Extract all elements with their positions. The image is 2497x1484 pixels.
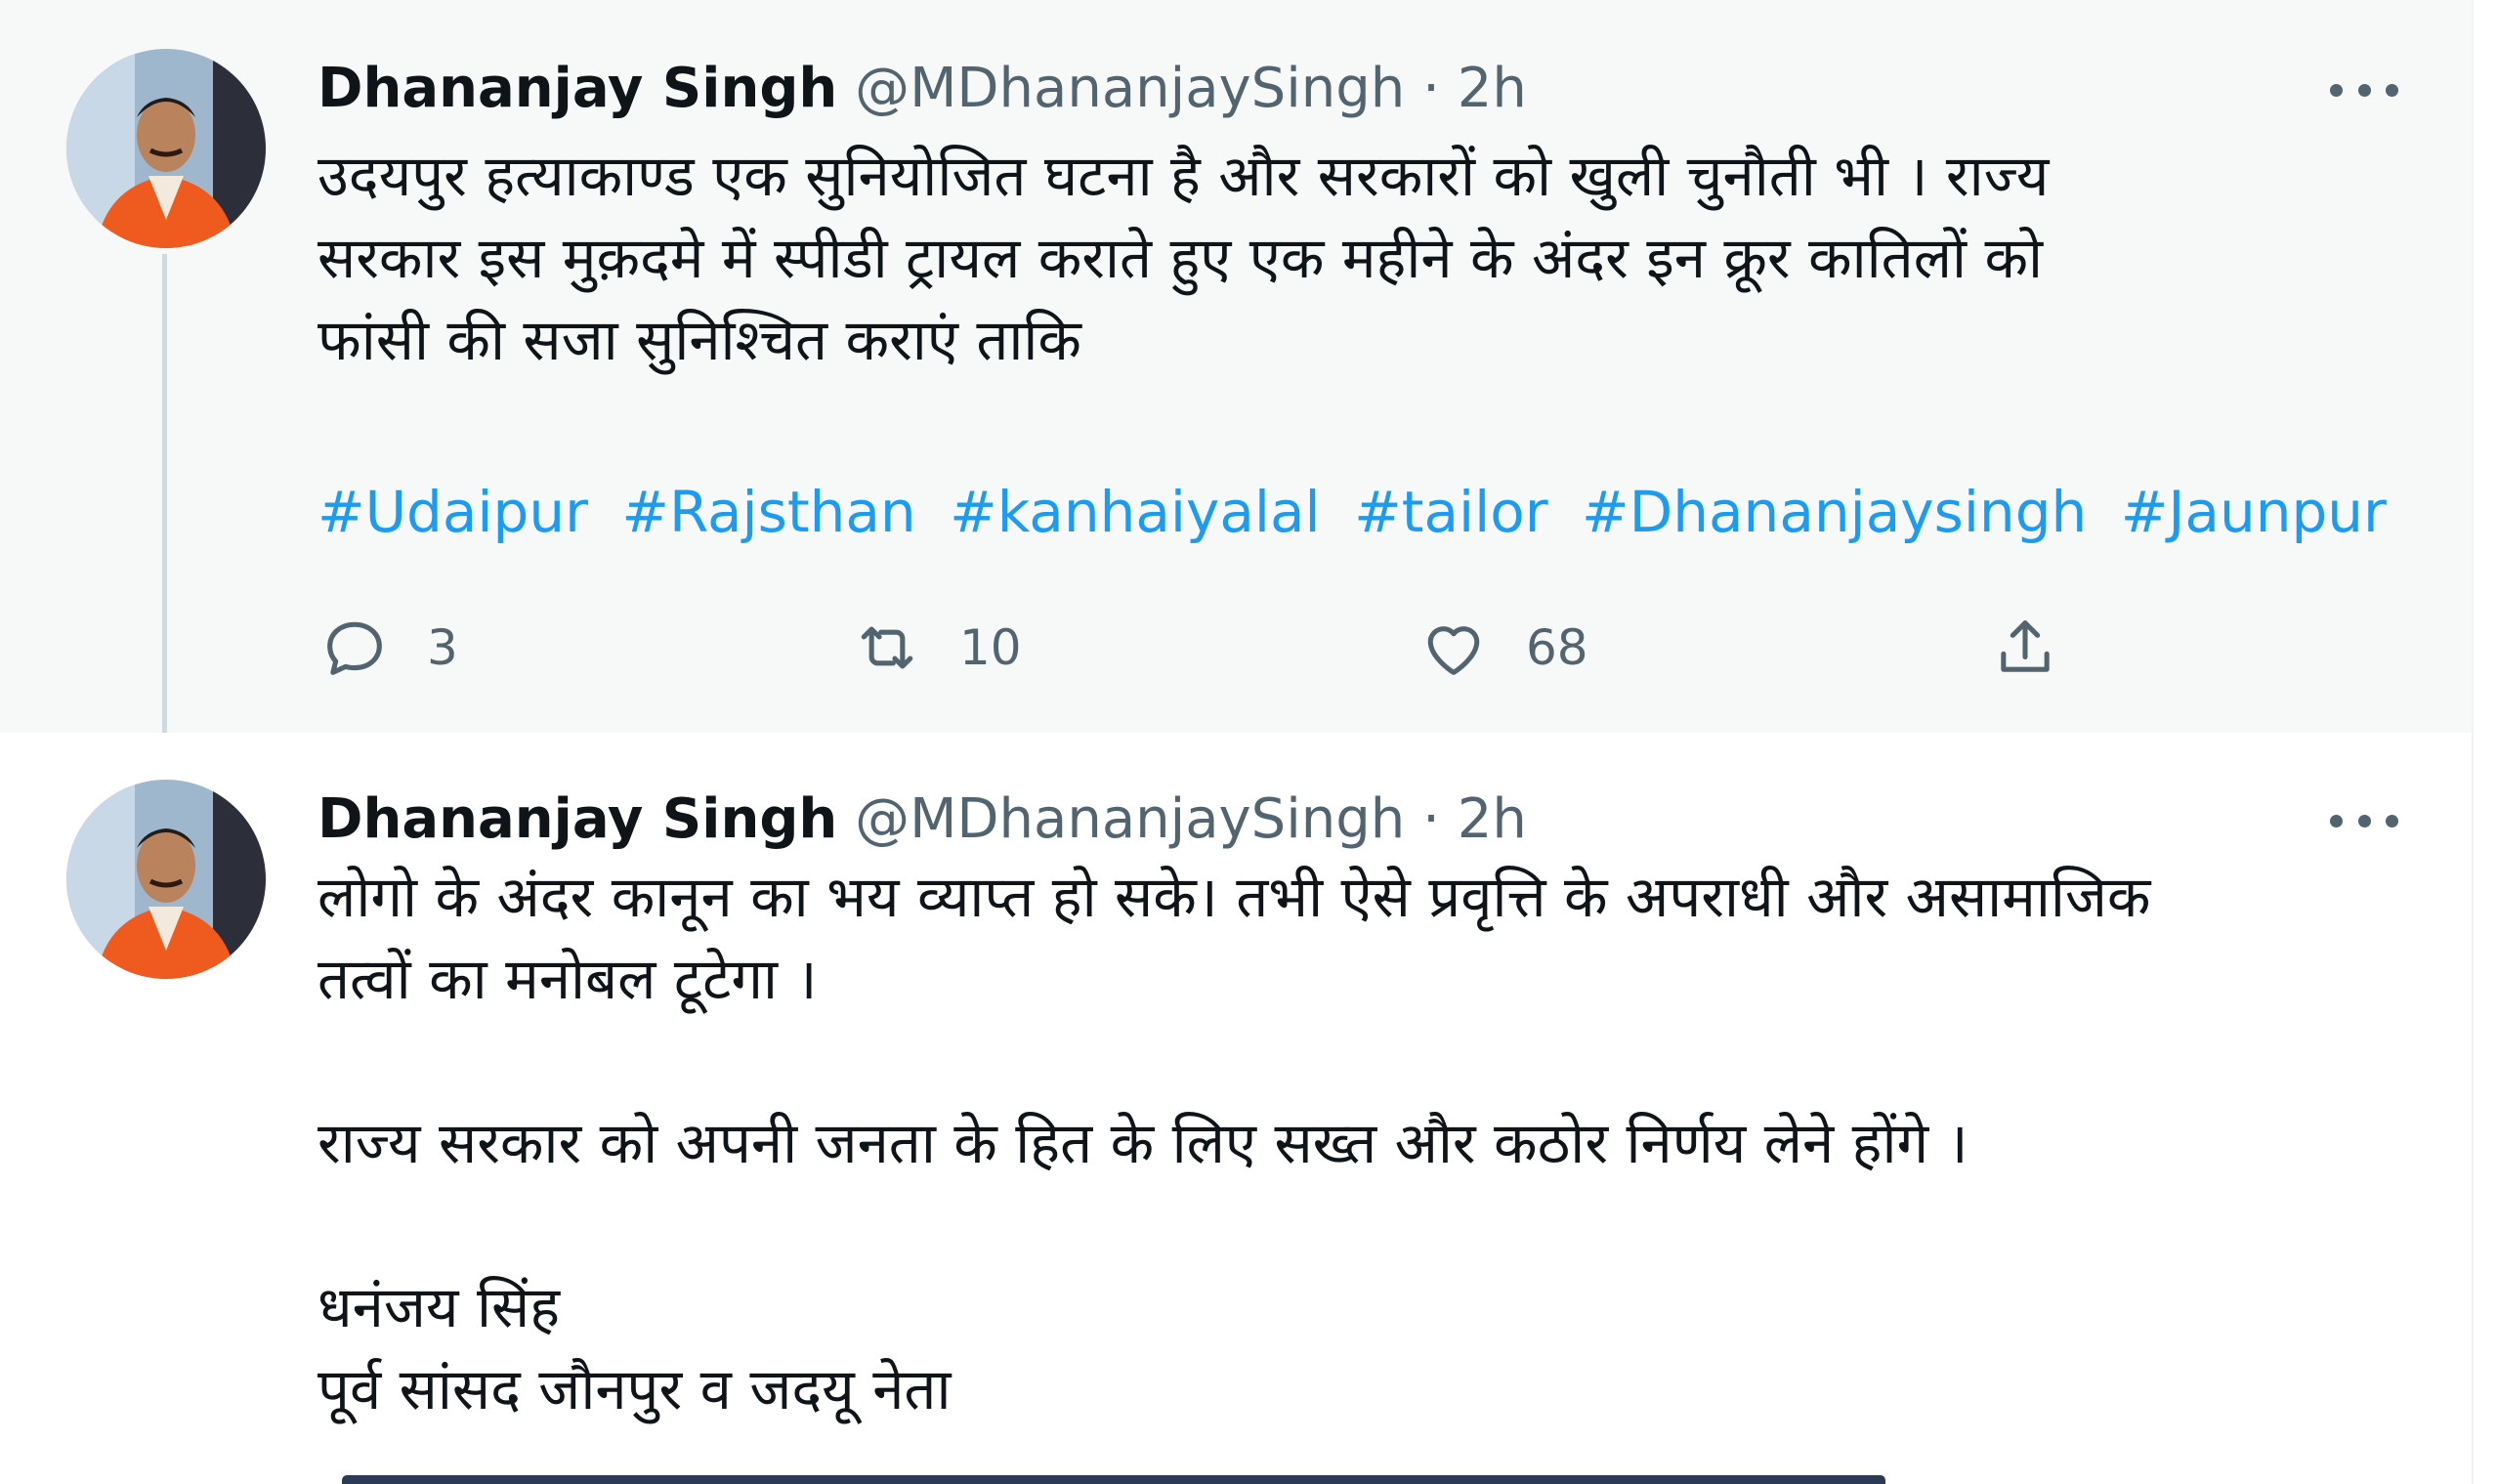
retweet-button[interactable]: 10 bbox=[850, 604, 1022, 692]
share-icon bbox=[2001, 620, 2050, 672]
tweet-1[interactable]: Dhananjay Singh @MDhananjaySingh · 2h उद… bbox=[0, 0, 2472, 733]
hashtag-link[interactable]: #Udaipur bbox=[317, 479, 588, 545]
like-button[interactable]: 68 bbox=[1417, 604, 1588, 692]
hashtag-link[interactable]: #tailor bbox=[1354, 479, 1547, 545]
hashtag-link[interactable]: #Rajsthan bbox=[621, 479, 915, 545]
thread-connector bbox=[162, 254, 167, 762]
signature-title: पूर्व सांसद जौनपुर व जदयू नेता bbox=[317, 1356, 952, 1422]
right-border bbox=[2472, 0, 2497, 1484]
reply-icon bbox=[327, 621, 382, 675]
tweet-text-line: सरकार इस मुक़दमे में स्पीडी ट्रायल कराते… bbox=[317, 225, 2044, 291]
hashtag-link[interactable]: #kanhaiyalal bbox=[950, 479, 1321, 545]
media-preview-edge[interactable] bbox=[342, 1475, 1885, 1484]
tweet-text: लोगो के अंदर कानून का भय व्याप्त हो सके।… bbox=[317, 856, 2428, 1430]
reply-count: 3 bbox=[427, 619, 458, 676]
tweet-time[interactable]: 2h bbox=[1458, 57, 1527, 120]
tweet-actions: 3 10 68 bbox=[317, 604, 2076, 692]
tweet-text: उदयपुर हत्याकाण्ड एक सुनियोजित घटना है औ… bbox=[317, 135, 2428, 381]
tweet-header: Dhananjay Singh @MDhananjaySingh · 2h bbox=[317, 55, 1527, 123]
hashtag-list: #Udaipur #Rajsthan #kanhaiyalal #tailor … bbox=[317, 471, 2402, 553]
author-name[interactable]: Dhananjay Singh bbox=[317, 787, 837, 851]
like-icon bbox=[1427, 626, 1480, 675]
author-handle[interactable]: @MDhananjaySingh bbox=[855, 57, 1405, 120]
author-avatar[interactable] bbox=[66, 780, 266, 979]
tweet-text-line: फांसी की सजा सुनिश्चित कराएं ताकि bbox=[317, 307, 1081, 373]
share-button[interactable] bbox=[1988, 604, 2062, 692]
tweet-text-line: लोगो के अंदर कानून का भय व्याप्त हो सके।… bbox=[317, 864, 2151, 930]
tweet-text-line: राज्य सरकार को अपनी जनता के हित के लिए स… bbox=[317, 1110, 1968, 1176]
reply-button[interactable]: 3 bbox=[317, 604, 458, 692]
retweet-count: 10 bbox=[959, 619, 1022, 676]
more-icon[interactable] bbox=[2330, 801, 2398, 840]
signature-name: धनंजय सिंह bbox=[317, 1274, 561, 1340]
header-separator: · bbox=[1422, 57, 1440, 120]
retweet-icon bbox=[861, 626, 913, 669]
tweet-time[interactable]: 2h bbox=[1458, 787, 1527, 851]
tweet-2[interactable]: Dhananjay Singh @MDhananjaySingh · 2h लो… bbox=[0, 733, 2472, 1484]
author-handle[interactable]: @MDhananjaySingh bbox=[855, 787, 1405, 851]
tweet-text-line: तत्वों का मनोबल टूटेगा । bbox=[317, 946, 818, 1012]
hashtag-link[interactable]: #Jaunpur bbox=[2121, 479, 2387, 545]
tweet-text-line: उदयपुर हत्याकाण्ड एक सुनियोजित घटना है औ… bbox=[317, 143, 2050, 209]
header-separator: · bbox=[1422, 787, 1440, 851]
more-icon[interactable] bbox=[2330, 70, 2398, 109]
author-name[interactable]: Dhananjay Singh bbox=[317, 57, 837, 120]
author-avatar[interactable] bbox=[66, 49, 266, 248]
tweet-header: Dhananjay Singh @MDhananjaySingh · 2h bbox=[317, 785, 1527, 854]
hashtag-link[interactable]: #Dhananjaysingh bbox=[1582, 479, 2087, 545]
like-count: 68 bbox=[1526, 619, 1588, 676]
